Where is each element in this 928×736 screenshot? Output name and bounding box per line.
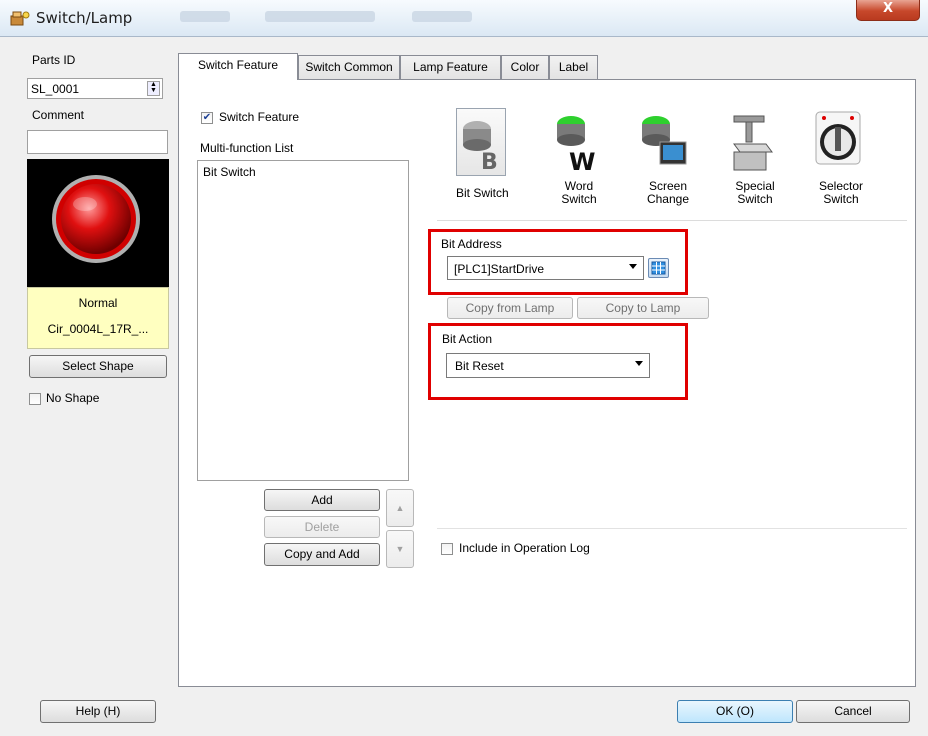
keypad-icon xyxy=(651,261,666,275)
delete-button[interactable]: Delete xyxy=(264,516,380,538)
screen-change-icon xyxy=(642,116,687,165)
blurred-menu-item xyxy=(180,11,230,22)
multifunction-list-label: Multi-function List xyxy=(200,141,294,155)
bit-switch-icon: B xyxy=(463,121,498,171)
select-shape-button[interactable]: Select Shape xyxy=(29,355,167,378)
cancel-button[interactable]: Cancel xyxy=(796,700,910,723)
include-log-checkbox[interactable] xyxy=(441,543,453,555)
type-label-selector-2: Switch xyxy=(823,192,859,206)
include-log-label: Include in Operation Log xyxy=(459,541,590,555)
bit-switch-type-button[interactable]: B xyxy=(456,108,506,176)
multifunction-list[interactable]: Bit Switch xyxy=(197,160,409,481)
bit-action-value: Bit Reset xyxy=(455,359,504,373)
window-title: Switch/Lamp xyxy=(36,9,133,27)
move-down-button[interactable]: ▼ xyxy=(386,530,414,568)
copy-and-add-button[interactable]: Copy and Add xyxy=(264,543,380,566)
type-label-word-2: Switch xyxy=(561,192,597,206)
parts-id-field[interactable]: SL_0001 ▲ ▼ xyxy=(27,78,163,99)
shape-name: Cir_0004L_17R_... xyxy=(47,322,149,336)
comment-field[interactable] xyxy=(27,130,168,154)
tab-lamp-feature[interactable]: Lamp Feature xyxy=(400,55,501,79)
switch-lamp-app-icon xyxy=(10,11,30,26)
bit-address-combo[interactable]: [PLC1]StartDrive xyxy=(447,256,644,280)
close-button[interactable]: X xyxy=(856,0,920,21)
move-up-button[interactable]: ▲ xyxy=(386,489,414,527)
bit-action-label: Bit Action xyxy=(442,332,493,346)
type-label-special-2: Switch xyxy=(737,192,773,206)
copy-to-lamp-button[interactable]: Copy to Lamp xyxy=(577,297,709,319)
blurred-menu-item xyxy=(265,11,375,22)
copy-from-lamp-button[interactable]: Copy from Lamp xyxy=(447,297,573,319)
shape-info: Normal Cir_0004L_17R_... xyxy=(27,287,169,349)
up-arrow-icon: ▲ xyxy=(395,503,405,513)
parts-id-spinner[interactable]: ▲ ▼ xyxy=(147,81,160,96)
tab-switch-feature[interactable]: Switch Feature xyxy=(178,53,298,80)
word-switch-icon: W xyxy=(557,116,595,176)
shape-state: Normal xyxy=(78,296,118,310)
type-label-bit-switch: Bit Switch xyxy=(456,186,509,200)
comment-label: Comment xyxy=(32,108,85,122)
blurred-menu-item xyxy=(412,11,472,22)
chevron-down-icon xyxy=(635,361,643,366)
title-bar: Switch/Lamp X xyxy=(0,0,928,37)
no-shape-checkbox[interactable] xyxy=(29,393,41,405)
no-shape-label: No Shape xyxy=(46,391,100,405)
switch-feature-label: Switch Feature xyxy=(219,110,300,124)
red-lamp-icon xyxy=(52,175,140,263)
bit-address-label: Bit Address xyxy=(441,237,502,251)
ok-button[interactable]: OK (O) xyxy=(677,700,793,723)
add-button[interactable]: Add xyxy=(264,489,380,511)
chevron-down-icon xyxy=(629,264,637,269)
parts-id-value: SL_0001 xyxy=(31,82,80,96)
tab-label[interactable]: Label xyxy=(549,55,598,79)
bit-action-combo[interactable]: Bit Reset xyxy=(446,353,650,378)
switch-feature-checkbox[interactable]: ✔ xyxy=(201,112,213,124)
selector-switch-icon xyxy=(815,111,861,165)
svg-text:B: B xyxy=(481,150,498,171)
list-item[interactable]: Bit Switch xyxy=(203,165,256,179)
down-arrow-icon: ▼ xyxy=(395,544,405,554)
parts-id-label: Parts ID xyxy=(32,53,76,67)
separator xyxy=(437,528,907,529)
tab-color[interactable]: Color xyxy=(501,55,549,79)
special-switch-icon xyxy=(733,115,773,171)
separator xyxy=(437,220,907,221)
address-input-keypad-button[interactable] xyxy=(648,258,669,278)
svg-text:W: W xyxy=(569,148,595,176)
bit-address-value: [PLC1]StartDrive xyxy=(454,262,545,276)
shape-preview xyxy=(27,159,169,287)
tab-switch-common[interactable]: Switch Common xyxy=(298,55,400,79)
type-label-screen-2: Change xyxy=(646,192,690,206)
help-button[interactable]: Help (H) xyxy=(40,700,156,723)
